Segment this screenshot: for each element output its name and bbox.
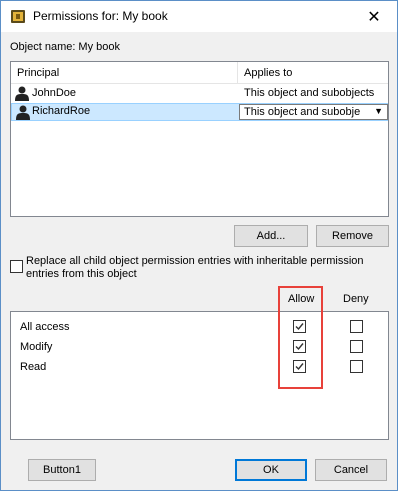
window-title: Permissions for: My book bbox=[33, 9, 168, 23]
deny-all-access-checkbox[interactable] bbox=[350, 320, 363, 333]
add-button[interactable]: Add... bbox=[234, 225, 308, 247]
principal-list[interactable]: Principal Applies to JohnDoe This object… bbox=[10, 61, 389, 217]
applies-to-value: This object and subobjects bbox=[244, 87, 375, 99]
chevron-down-icon: ▼ bbox=[374, 106, 383, 116]
title-bar: Permissions for: My book ✕ bbox=[1, 1, 397, 32]
permissions-dialog: Permissions for: My book ✕ Object name: M… bbox=[0, 0, 398, 491]
user-icon bbox=[15, 86, 29, 101]
deny-read-checkbox[interactable] bbox=[350, 360, 363, 373]
object-name-label: Object name: bbox=[10, 41, 76, 53]
principal-name: RichardRoe bbox=[32, 105, 91, 117]
object-name-row: Object name: My book bbox=[10, 41, 123, 53]
list-row-richardroe[interactable]: RichardRoe This object and subobje ▼ bbox=[11, 103, 388, 121]
cancel-button[interactable]: Cancel bbox=[315, 459, 387, 481]
permission-label-read: Read bbox=[20, 361, 47, 373]
applies-to-dropdown[interactable]: This object and subobje ▼ bbox=[239, 104, 388, 120]
column-header-applies-to[interactable]: Applies to bbox=[244, 67, 292, 79]
close-icon: ✕ bbox=[367, 8, 381, 26]
deny-column-header: Deny bbox=[343, 293, 369, 305]
applies-to-selected: This object and subobje bbox=[244, 106, 361, 118]
principal-name: JohnDoe bbox=[32, 87, 77, 99]
replace-child-permissions-label: Replace all child object permission entr… bbox=[26, 255, 364, 280]
permission-list: All access Modify Read bbox=[10, 311, 389, 440]
lock-icon bbox=[10, 8, 26, 24]
column-header-principal[interactable]: Principal bbox=[17, 67, 59, 79]
list-row-johndoe[interactable]: JohnDoe This object and subobjects bbox=[11, 85, 388, 103]
close-button[interactable]: ✕ bbox=[351, 1, 397, 32]
list-header: Principal Applies to bbox=[11, 62, 388, 84]
replace-child-permissions-checkbox[interactable] bbox=[10, 260, 23, 273]
permission-label-all-access: All access bbox=[20, 321, 70, 333]
allow-column-highlight bbox=[278, 286, 323, 389]
remove-button[interactable]: Remove bbox=[316, 225, 389, 247]
deny-modify-checkbox[interactable] bbox=[350, 340, 363, 353]
permission-label-modify: Modify bbox=[20, 341, 53, 353]
button1[interactable]: Button1 bbox=[28, 459, 96, 481]
column-divider[interactable] bbox=[237, 62, 238, 84]
user-icon bbox=[16, 105, 30, 120]
object-name-value: My book bbox=[78, 41, 120, 53]
ok-button[interactable]: OK bbox=[235, 459, 307, 481]
